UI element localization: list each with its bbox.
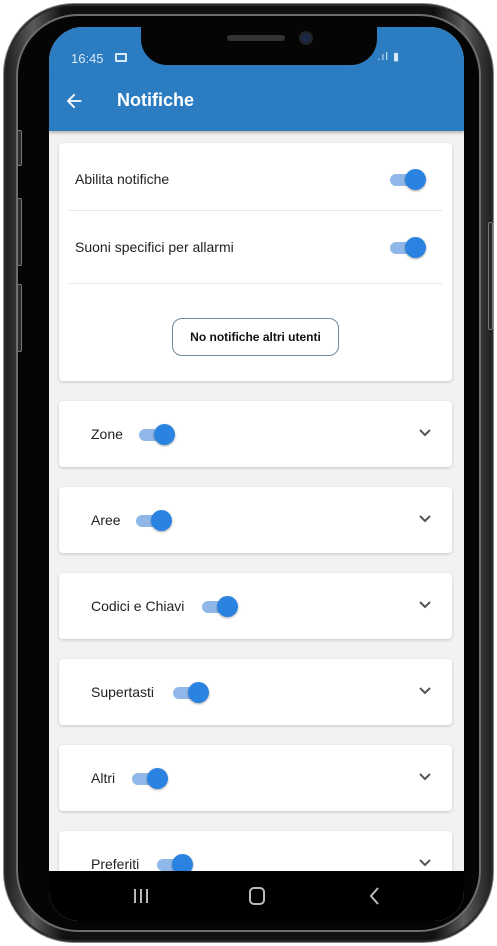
section-label: Preferiti bbox=[91, 856, 140, 871]
chevron-down-icon[interactable] bbox=[418, 858, 432, 868]
section-zone[interactable]: Zone bbox=[59, 401, 452, 467]
toggle-thumb bbox=[154, 424, 175, 445]
chevron-down-icon[interactable] bbox=[418, 514, 432, 524]
alarm-sounds-row: Suoni specifici per allarmi bbox=[75, 211, 436, 283]
section-aree[interactable]: Aree bbox=[59, 487, 452, 553]
content: Abilita notifiche Suoni specifici per al… bbox=[49, 131, 464, 871]
enable-notifications-row: Abilita notifiche bbox=[75, 143, 436, 215]
home-icon[interactable] bbox=[245, 884, 269, 908]
divider bbox=[69, 283, 442, 284]
section-label: Supertasti bbox=[91, 684, 155, 700]
section-toggle[interactable] bbox=[173, 679, 209, 705]
section-toggle[interactable] bbox=[202, 593, 238, 619]
section-altri[interactable]: Altri bbox=[59, 745, 452, 811]
no-other-users-notifications-button[interactable]: No notifiche altri utenti bbox=[172, 318, 339, 356]
recent-apps-icon[interactable] bbox=[129, 884, 153, 908]
toggle-thumb bbox=[217, 596, 238, 617]
chevron-down-icon[interactable] bbox=[418, 772, 432, 782]
system-nav-bar bbox=[49, 871, 464, 921]
side-button-left-2 bbox=[17, 198, 22, 266]
section-toggle[interactable] bbox=[157, 851, 193, 871]
chevron-left-icon[interactable] bbox=[363, 884, 387, 908]
section-label: Aree bbox=[91, 512, 121, 528]
page-title: Notifiche bbox=[117, 90, 195, 110]
chevron-down-icon[interactable] bbox=[418, 600, 432, 610]
notch bbox=[141, 27, 377, 65]
section-label: Zone bbox=[91, 426, 123, 442]
enable-notifications-toggle[interactable] bbox=[390, 166, 426, 192]
screen: 16:45 .ıl ▮ Notifiche Abilita notifiche … bbox=[49, 27, 464, 921]
toggle-thumb bbox=[405, 237, 426, 258]
side-button-left-3 bbox=[17, 284, 22, 352]
arrow-left-icon[interactable] bbox=[63, 90, 85, 112]
section-toggle[interactable] bbox=[136, 507, 172, 533]
app-bar: Notifiche bbox=[49, 73, 464, 131]
speaker bbox=[227, 35, 285, 41]
section-label: Codici e Chiavi bbox=[91, 598, 185, 614]
toggle-thumb bbox=[405, 169, 426, 190]
toggle-thumb bbox=[151, 510, 172, 531]
image-notification-icon bbox=[115, 53, 127, 62]
section-preferiti[interactable]: Preferiti bbox=[59, 831, 452, 871]
toggle-thumb bbox=[188, 682, 209, 703]
section-codici-chiavi[interactable]: Codici e Chiavi bbox=[59, 573, 452, 639]
section-toggle[interactable] bbox=[132, 765, 168, 791]
toggle-thumb bbox=[172, 854, 193, 871]
side-button-left-1 bbox=[17, 130, 22, 166]
chevron-down-icon[interactable] bbox=[418, 428, 432, 438]
toggle-thumb bbox=[147, 768, 168, 789]
status-time: 16:45 bbox=[71, 51, 104, 66]
section-supertasti[interactable]: Supertasti bbox=[59, 659, 452, 725]
enable-notifications-label: Abilita notifiche bbox=[75, 171, 170, 187]
alarm-sounds-toggle[interactable] bbox=[390, 234, 426, 260]
section-label: Altri bbox=[91, 770, 116, 786]
side-button-right bbox=[488, 222, 493, 330]
signal-battery-icon: .ıl ▮ bbox=[377, 51, 400, 63]
chevron-down-icon[interactable] bbox=[418, 686, 432, 696]
notification-settings-card: Abilita notifiche Suoni specifici per al… bbox=[59, 143, 452, 381]
front-camera bbox=[301, 33, 311, 43]
section-toggle[interactable] bbox=[139, 421, 175, 447]
alarm-sounds-label: Suoni specifici per allarmi bbox=[75, 239, 234, 255]
